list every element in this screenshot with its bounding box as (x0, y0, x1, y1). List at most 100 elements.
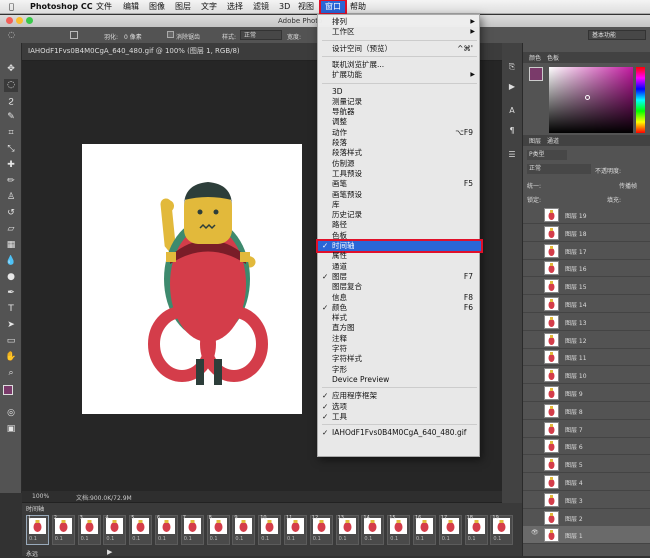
layer-row[interactable]: 图层 9 (523, 384, 650, 402)
window-menu-item[interactable]: 注释 (318, 334, 481, 344)
frame-duration[interactable]: 0.1 (313, 536, 321, 542)
frame-duration[interactable]: 0.1 (416, 536, 424, 542)
eyedropper-icon[interactable]: ⤡ (4, 143, 18, 156)
frame-duration[interactable]: 0.1 (390, 536, 398, 542)
color-picker-field[interactable] (549, 67, 633, 133)
frame-duration[interactable]: 0.1 (210, 536, 218, 542)
window-menu-item[interactable]: 调整 (318, 117, 481, 127)
layer-row[interactable]: 图层 13 (523, 313, 650, 331)
quick-mask-icon[interactable]: ◎ (4, 407, 18, 420)
window-menu-item[interactable]: 动作 ⌥F9 (318, 128, 481, 138)
window-menu-item[interactable]: ✓ 选项 (318, 402, 481, 412)
minimize-window-icon[interactable] (16, 17, 23, 24)
layer-row[interactable]: 图层 2 (523, 509, 650, 527)
visibility-eye-icon[interactable] (531, 229, 539, 235)
layer-row[interactable]: 图层 19 (523, 206, 650, 224)
paragraph-panel-icon[interactable]: ¶ (506, 125, 518, 137)
selection-mode-icon[interactable] (70, 31, 78, 39)
app-menu[interactable]: Photoshop CC (30, 1, 93, 13)
tab-color[interactable]: 颜色 (529, 53, 541, 62)
timeline-frame[interactable]: 11 0.1 (284, 515, 307, 545)
timeline-frame[interactable]: 16 0.1 (413, 515, 436, 545)
timeline-frame[interactable]: 7 0.1 (180, 515, 204, 545)
visibility-eye-icon[interactable] (531, 407, 539, 413)
window-menu-item[interactable]: 段落 (318, 138, 481, 148)
frame-duration[interactable]: 0.1 (81, 536, 89, 542)
feather-value[interactable]: 0 像素 (124, 32, 142, 41)
layer-kind-filter[interactable]: P类型 (527, 150, 567, 160)
window-menu-item[interactable]: 3D (318, 87, 481, 97)
visibility-eye-icon[interactable] (531, 514, 539, 520)
layer-row[interactable]: 图层 5 (523, 455, 650, 474)
actions-panel-icon[interactable]: ▶ (506, 81, 518, 93)
magic-wand-icon[interactable]: ✎ (4, 111, 18, 124)
window-menu-item[interactable]: 直方图 (318, 323, 481, 333)
menu-3d[interactable]: 3D (279, 1, 290, 13)
document-tab[interactable]: IAHOdF1Fvs0B4M0CgA_640_480.gif @ 100% (图… (28, 46, 240, 56)
zoom-level[interactable]: 100% (32, 493, 49, 500)
window-menu-item[interactable]: 库 (318, 200, 481, 210)
visibility-eye-icon[interactable] (531, 300, 539, 306)
healing-brush-icon[interactable]: ✚ (4, 159, 18, 172)
window-menu-item[interactable]: 设计空间（预览） ^⌘' (318, 44, 481, 54)
crop-tool-icon[interactable]: ⌗ (4, 127, 18, 140)
timeline-frame[interactable]: 5 0.1 (129, 515, 153, 545)
frame-duration[interactable]: 0.1 (364, 536, 372, 542)
menu-layer[interactable]: 图层 (175, 1, 191, 13)
menu-edit[interactable]: 编辑 (123, 1, 139, 13)
hue-slider[interactable] (636, 67, 645, 133)
window-menu-item[interactable]: 样式 (318, 313, 481, 323)
brush-tool-icon[interactable]: ✏ (4, 175, 18, 188)
frame-duration[interactable]: 0.1 (287, 536, 295, 542)
frame-duration[interactable]: 0.1 (235, 536, 243, 542)
layer-row[interactable]: 图层 15 (523, 277, 650, 296)
visibility-eye-icon[interactable] (531, 442, 539, 448)
gradient-tool-icon[interactable]: ▦ (4, 239, 18, 252)
menu-select[interactable]: 选择 (227, 1, 243, 13)
eraser-tool-icon[interactable]: ▱ (4, 223, 18, 236)
layer-row[interactable]: 图层 12 (523, 331, 650, 349)
frame-duration[interactable]: 0.1 (339, 536, 347, 542)
window-menu-item[interactable]: 字符 (318, 344, 481, 354)
visibility-eye-icon[interactable] (531, 282, 539, 288)
shape-tool-icon[interactable]: ▭ (4, 335, 18, 348)
timeline-frame[interactable]: 1 0.1 (26, 515, 49, 545)
frame-duration[interactable]: 0.1 (132, 536, 140, 542)
timeline-frame[interactable]: 19 0.1 (490, 515, 514, 545)
window-menu-item[interactable]: 导航器 (318, 107, 481, 117)
window-menu-item[interactable]: ✓ 应用程序框架 (318, 391, 481, 401)
window-menu-item[interactable]: Device Preview (318, 375, 481, 385)
timeline-frame[interactable]: 10 0.1 (258, 515, 282, 545)
pen-tool-icon[interactable]: ✒ (4, 287, 18, 300)
window-menu-item[interactable]: 信息 F8 (318, 293, 481, 303)
menu-window[interactable]: 窗口 (319, 0, 347, 15)
style-select[interactable]: 正常 (240, 30, 282, 40)
frame-duration[interactable]: 0.1 (55, 536, 63, 542)
layer-row[interactable]: 图层 8 (523, 402, 650, 420)
screen-mode-icon[interactable]: ▣ (4, 423, 18, 436)
document-info[interactable]: 文档:900.0K/72.9M (76, 493, 132, 502)
frame-duration[interactable]: 0.1 (29, 536, 37, 542)
menu-file[interactable]: 文件 (96, 1, 112, 13)
timeline-frame[interactable]: 15 0.1 (387, 515, 411, 545)
window-menu-item[interactable]: 段落样式 (318, 148, 481, 158)
history-brush-icon[interactable]: ↺ (4, 207, 18, 220)
timeline-frame[interactable]: 2 0.1 (51, 515, 75, 545)
window-menu-item[interactable]: 路径 (318, 220, 481, 230)
blur-tool-icon[interactable]: 💧 (4, 255, 18, 268)
dodge-tool-icon[interactable]: ● (4, 271, 18, 284)
frame-duration[interactable]: 0.1 (106, 536, 114, 542)
visibility-eye-icon[interactable] (531, 425, 539, 431)
layer-row[interactable]: 图层 18 (523, 224, 650, 242)
tab-swatches[interactable]: 色板 (547, 53, 559, 62)
window-menu-item[interactable]: 工作区 ▶ (318, 27, 481, 37)
marquee-icon[interactable]: ◌ (8, 30, 15, 39)
blend-mode-select[interactable]: 正常 (527, 164, 591, 174)
tab-channels[interactable]: 通道 (547, 136, 559, 145)
history-panel-icon[interactable]: ⎘ (506, 61, 518, 73)
layer-row[interactable]: 图层 7 (523, 420, 650, 438)
path-select-icon[interactable]: ➤ (4, 319, 18, 332)
timeline-frame[interactable]: 4 0.1 (103, 515, 127, 545)
window-menu-item[interactable]: 排列 ▶ (318, 17, 481, 27)
layer-row[interactable]: 图层 17 (523, 242, 650, 260)
